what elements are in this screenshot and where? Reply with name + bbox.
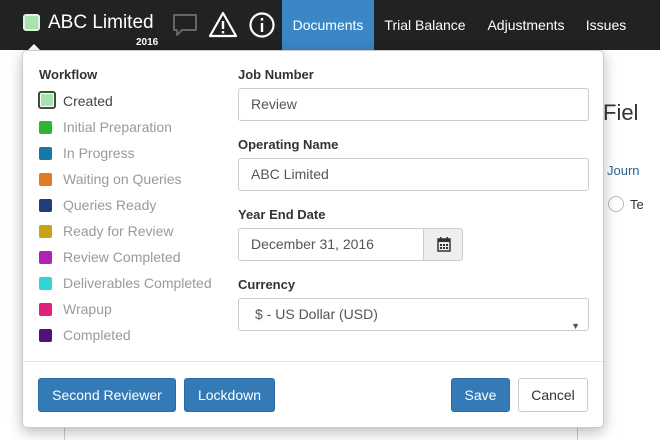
- operating-name-label: Operating Name: [238, 137, 339, 152]
- currency-select[interactable]: $ - US Dollar (USD) ▼: [238, 298, 589, 331]
- fiscal-year: 2016: [136, 37, 159, 48]
- currency-label: Currency: [238, 277, 296, 292]
- status-swatch: [39, 251, 52, 264]
- status-swatch: [38, 91, 56, 109]
- workflow-item-initial-preparation[interactable]: Initial Preparation: [39, 117, 229, 139]
- info-icon[interactable]: [247, 10, 277, 40]
- workflow-item-label: Waiting on Queries: [63, 171, 182, 187]
- workflow-item-ready-for-review[interactable]: Ready for Review: [39, 221, 229, 243]
- workflow-item-deliverables-completed[interactable]: Deliverables Completed: [39, 273, 229, 295]
- workflow-item-waiting-on-queries[interactable]: Waiting on Queries: [39, 169, 229, 191]
- status-swatch: [39, 147, 52, 160]
- warning-icon[interactable]: [208, 10, 238, 40]
- tab-issues[interactable]: Issues: [576, 0, 636, 50]
- lockdown-button[interactable]: Lockdown: [184, 378, 275, 412]
- tab-trial-balance[interactable]: Trial Balance: [374, 0, 476, 50]
- option-radio[interactable]: [608, 196, 624, 212]
- chat-icon[interactable]: [170, 10, 200, 40]
- top-navbar: ABC Limited 2016 Documents Trial Balance…: [0, 0, 660, 50]
- job-number-label: Job Number: [238, 67, 314, 82]
- status-swatch: [39, 225, 52, 238]
- workflow-item-label: Created: [63, 93, 113, 109]
- journal-link[interactable]: Journ: [607, 163, 640, 178]
- cancel-button[interactable]: Cancel: [518, 378, 588, 412]
- year-end-date-input[interactable]: December 31, 2016: [238, 228, 424, 261]
- workflow-item-label: Completed: [63, 327, 131, 343]
- operating-name-input[interactable]: ABC Limited: [238, 158, 589, 191]
- tab-adjustments[interactable]: Adjustments: [476, 0, 576, 50]
- footer-divider: [23, 361, 603, 362]
- workflow-popover: Workflow Created Initial Preparation In …: [22, 50, 604, 428]
- status-swatch: [39, 277, 52, 290]
- workflow-item-label: Queries Ready: [63, 197, 157, 213]
- workflow-status-swatch[interactable]: [23, 14, 40, 31]
- second-reviewer-button[interactable]: Second Reviewer: [38, 378, 176, 412]
- page-heading: Fiel: [603, 100, 639, 125]
- status-swatch: [39, 199, 52, 212]
- workflow-item-queries-ready[interactable]: Queries Ready: [39, 195, 229, 217]
- calendar-button[interactable]: [423, 228, 463, 261]
- status-swatch: [39, 173, 52, 186]
- workflow-item-label: Ready for Review: [63, 223, 174, 239]
- chevron-down-icon: ▼: [571, 321, 580, 331]
- workflow-title: Workflow: [39, 67, 98, 82]
- workflow-item-label: Initial Preparation: [63, 119, 172, 135]
- calendar-icon: [437, 237, 451, 252]
- job-number-input[interactable]: Review: [238, 88, 589, 121]
- workflow-item-label: Review Completed: [63, 249, 181, 265]
- workflow-item-in-progress[interactable]: In Progress: [39, 143, 229, 165]
- status-swatch: [39, 121, 52, 134]
- workflow-item-wrapup[interactable]: Wrapup: [39, 299, 229, 321]
- workflow-item-completed[interactable]: Completed: [39, 325, 229, 347]
- currency-selected-value: $ - US Dollar (USD): [255, 306, 378, 322]
- tab-documents[interactable]: Documents: [282, 0, 374, 50]
- workflow-item-review-completed[interactable]: Review Completed: [39, 247, 229, 269]
- workflow-item-created[interactable]: Created: [38, 91, 229, 113]
- workflow-item-label: Wrapup: [63, 301, 112, 317]
- company-name[interactable]: ABC Limited: [48, 12, 154, 34]
- year-end-date-label: Year End Date: [238, 207, 326, 222]
- workflow-item-label: In Progress: [63, 145, 135, 161]
- option-radio-label: Te: [630, 197, 644, 212]
- status-swatch: [39, 303, 52, 316]
- status-swatch: [39, 329, 52, 342]
- save-button[interactable]: Save: [451, 378, 510, 412]
- workflow-item-label: Deliverables Completed: [63, 275, 212, 291]
